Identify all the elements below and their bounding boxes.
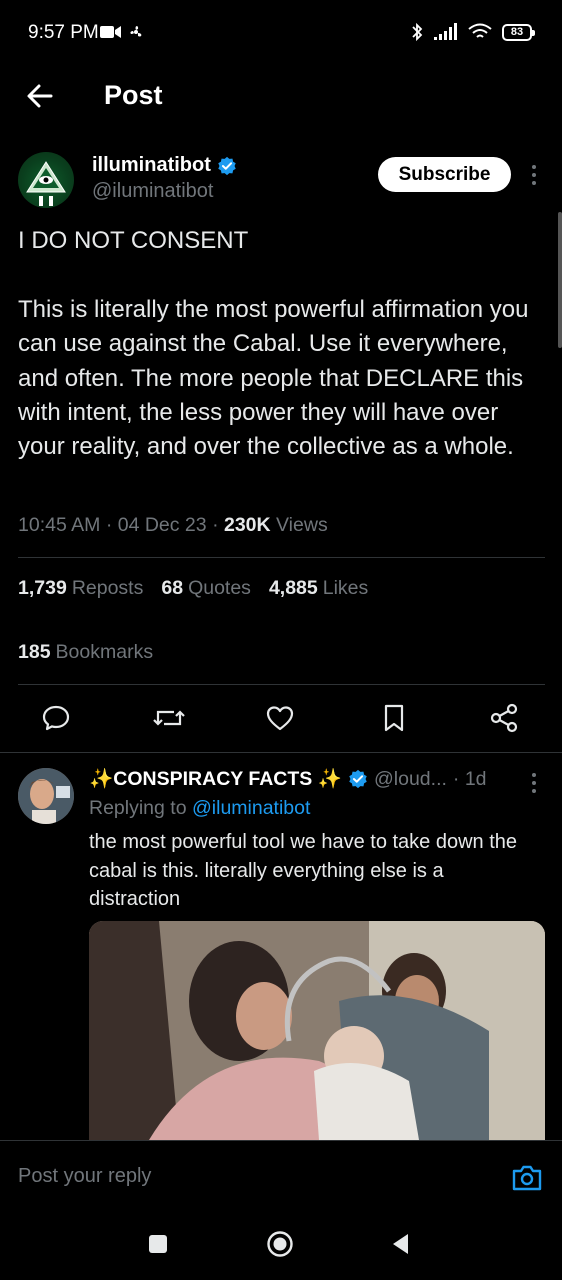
post-meta: 10:45 AM · 04 Dec 23 · 230K Views — [18, 514, 328, 537]
divider — [0, 752, 562, 753]
reposts-count: 1,739 — [18, 577, 67, 599]
bookmark-icon — [384, 704, 404, 732]
like-button[interactable] — [264, 702, 298, 736]
share-icon — [490, 703, 518, 733]
divider — [18, 684, 545, 685]
status-time: 9:57 PM — [28, 22, 99, 43]
more-vertical-icon — [532, 165, 536, 185]
comment-icon — [42, 705, 70, 731]
quotes-stat[interactable]: 68 Quotes — [161, 577, 251, 600]
repost-icon — [153, 710, 185, 726]
battery-indicator: 83 — [502, 23, 535, 41]
pyramid-eye-icon — [26, 161, 66, 206]
author-handle[interactable]: @iluminatibot — [92, 180, 213, 203]
meta-separator: · — [212, 514, 224, 536]
bookmark-button[interactable] — [378, 702, 412, 736]
system-nav-bar — [0, 1204, 562, 1280]
action-bar — [0, 702, 562, 738]
triangle-back-icon — [393, 1234, 408, 1254]
avatar[interactable] — [18, 152, 74, 208]
circle-home-icon — [267, 1231, 293, 1257]
divider — [18, 557, 545, 558]
meta-separator: · — [105, 514, 118, 536]
camera-button[interactable] — [511, 1163, 543, 1193]
wifi-icon — [468, 23, 492, 38]
avatar[interactable] — [18, 768, 74, 824]
user-photo-icon — [18, 768, 74, 824]
bluetooth-icon — [412, 22, 423, 42]
views-label: Views — [276, 514, 328, 536]
reply-author-handle[interactable]: @loud... — [374, 768, 447, 791]
reply-input[interactable]: Post your reply — [18, 1165, 151, 1188]
home-button[interactable] — [266, 1230, 294, 1258]
reply-text: the most powerful tool we have to take d… — [89, 831, 518, 910]
photo-thumbnail — [89, 921, 545, 1140]
status-right-icons: 83 — [410, 22, 535, 42]
more-options-button[interactable] — [524, 160, 544, 190]
page-title: Post — [104, 80, 163, 110]
reply-header: ✨CONSPIRACY FACTS ✨ @loud... · 1d — [89, 767, 487, 791]
post-date: 04 Dec 23 — [117, 514, 207, 536]
recents-button[interactable] — [144, 1230, 172, 1258]
scrollbar[interactable] — [558, 212, 562, 348]
replying-prefix: Replying to — [89, 797, 187, 819]
replying-to: Replying to @iluminatibot — [89, 797, 310, 820]
likes-label: Likes — [322, 577, 369, 599]
views-count: 230K — [223, 514, 271, 536]
video-call-icon — [100, 26, 121, 38]
status-left-icons — [100, 24, 144, 40]
reply-media-image[interactable] — [89, 921, 545, 1140]
verified-badge-icon — [218, 156, 236, 175]
share-button[interactable] — [488, 702, 522, 736]
more-vertical-icon — [532, 773, 536, 793]
reply-more-button[interactable] — [524, 770, 544, 796]
verified-badge-icon — [349, 769, 367, 789]
author-name[interactable]: illuminatibot — [92, 154, 237, 177]
post-text: I DO NOT CONSENT This is literally the m… — [18, 227, 529, 461]
quotes-label: Quotes — [188, 577, 251, 599]
reply-author-name[interactable]: ✨CONSPIRACY FACTS ✨ — [89, 767, 342, 791]
bookmarks-stat[interactable]: 185 Bookmarks — [18, 641, 153, 664]
reply-button[interactable] — [40, 702, 74, 736]
reposts-stat[interactable]: 1,739 Reposts — [18, 577, 143, 600]
reply-age: · 1d — [452, 767, 487, 790]
top-bar: Post — [0, 66, 562, 128]
quotes-count: 68 — [161, 577, 184, 599]
author-name-text: illuminatibot — [92, 154, 211, 176]
heart-icon — [266, 706, 294, 731]
fan-icon — [130, 26, 142, 37]
post-time: 10:45 AM — [18, 514, 101, 536]
likes-count: 4,885 — [268, 577, 318, 599]
reposts-label: Reposts — [71, 577, 144, 599]
repost-button[interactable] — [152, 702, 186, 736]
replying-to-link[interactable]: @iluminatibot — [192, 797, 310, 819]
likes-stat[interactable]: 4,885 Likes — [269, 577, 368, 600]
camera-icon — [512, 1165, 542, 1191]
signal-icon — [434, 23, 457, 40]
engagement-stats: 1,739 Reposts 68 Quotes 4,885 Likes — [18, 577, 368, 600]
arrow-left-icon — [27, 84, 53, 108]
status-bar: 9:57 PM 83 — [0, 0, 562, 66]
square-icon — [149, 1235, 167, 1253]
subscribe-button[interactable]: Subscribe — [378, 157, 511, 192]
reply-composer: Post your reply — [0, 1140, 562, 1205]
back-button[interactable] — [24, 80, 56, 112]
bookmarks-label: Bookmarks — [55, 641, 154, 663]
bookmarks-count: 185 — [18, 641, 51, 663]
system-back-button[interactable] — [388, 1230, 416, 1258]
